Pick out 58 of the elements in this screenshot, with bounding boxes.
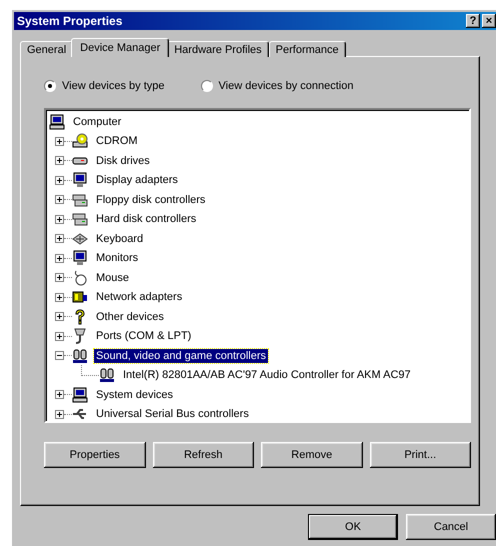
drive-controller-icon: [72, 192, 88, 208]
expand-button[interactable]: [55, 312, 64, 322]
tab[interactable]: General: [20, 41, 74, 57]
radio-button[interactable]: [44, 80, 56, 92]
tree-item[interactable]: CDROM: [94, 134, 140, 148]
expand-button[interactable]: [55, 214, 64, 224]
action-button[interactable]: Print...: [370, 442, 471, 468]
drive-controller-icon: [72, 211, 88, 228]
mouse-icon: [72, 270, 88, 286]
tree-item[interactable]: Floppy disk controllers: [94, 192, 208, 207]
help-button[interactable]: ?: [466, 14, 480, 28]
expand-button[interactable]: [55, 292, 64, 302]
tree-item[interactable]: Intel(R) 82801AA/AB AC'97 Audio Controller for AKM AC97: [121, 368, 413, 382]
dialog-button[interactable]: Cancel: [406, 514, 496, 540]
tree-item[interactable]: Ports (COM & LPT): [94, 329, 194, 344]
usb-icon: [72, 406, 88, 421]
tree-item[interactable]: Other devices: [94, 310, 166, 324]
expand-button[interactable]: [55, 156, 64, 166]
tab[interactable]: Performance: [268, 41, 346, 57]
expand-button[interactable]: [55, 176, 64, 185]
tree-item[interactable]: Display adapters: [94, 173, 180, 188]
radio-button[interactable]: [200, 80, 213, 92]
tree-item[interactable]: Monitors: [94, 251, 140, 266]
radio-label[interactable]: View devices by connection: [218, 80, 354, 92]
tree-item[interactable]: Network adapters: [94, 290, 184, 304]
window-title: System Properties: [17, 14, 122, 28]
computer-icon: [49, 114, 65, 130]
cd-drive-icon: [72, 133, 88, 150]
dialog-button[interactable]: OK: [308, 514, 398, 540]
expand-button[interactable]: [55, 234, 64, 244]
expand-button[interactable]: [55, 390, 64, 400]
expand-button[interactable]: [55, 254, 64, 263]
computer-icon: [72, 386, 88, 403]
expand-button[interactable]: [55, 332, 64, 341]
expand-button[interactable]: [55, 410, 64, 419]
action-button[interactable]: Remove: [261, 442, 362, 468]
expand-button[interactable]: [55, 273, 64, 282]
tree-item[interactable]: Hard disk controllers: [94, 212, 198, 226]
network-card-icon: [72, 289, 88, 306]
tree-item[interactable]: Universal Serial Bus controllers: [94, 407, 251, 421]
port-plug-icon: [72, 328, 88, 344]
radio-label[interactable]: View devices by type: [62, 80, 165, 92]
tree-item[interactable]: Computer: [71, 114, 124, 129]
tree-item[interactable]: Mouse: [94, 270, 132, 285]
action-button[interactable]: Properties: [44, 442, 146, 468]
action-button[interactable]: Refresh: [152, 442, 254, 468]
collapse-button[interactable]: [55, 351, 64, 360]
tree-item[interactable]: System devices: [94, 388, 176, 402]
close-button[interactable]: ×: [482, 14, 496, 28]
tree-item[interactable]: Disk drives: [94, 154, 152, 168]
speakers-icon: [99, 367, 115, 384]
tab[interactable]: Device Manager: [71, 38, 170, 57]
speakers-icon: [72, 348, 88, 364]
expand-button[interactable]: [55, 136, 64, 146]
tree-item[interactable]: Keyboard: [94, 232, 146, 246]
tab[interactable]: Hardware Profiles: [167, 41, 269, 57]
expand-button[interactable]: [55, 195, 64, 204]
tree-item[interactable]: Sound, video and game controllers: [94, 348, 268, 363]
